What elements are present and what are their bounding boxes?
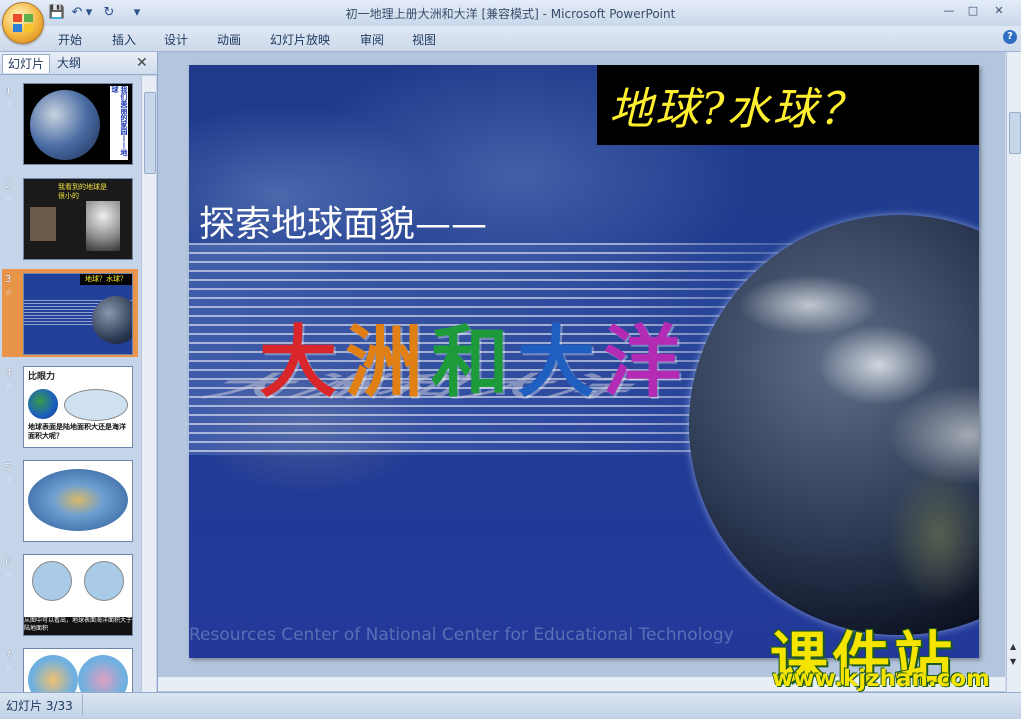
wordart-char: 大 [259, 317, 346, 408]
tab-slideshow[interactable]: 幻灯片放映 [270, 31, 330, 48]
tab-insert[interactable]: 插入 [112, 31, 136, 48]
tab-animations[interactable]: 动画 [217, 31, 241, 48]
slide-thumbnail-5[interactable] [23, 460, 133, 542]
panel-close-icon[interactable]: ✕ [136, 55, 148, 71]
thumbnail-caption: 地球？水球？ [80, 274, 132, 285]
slide-canvas[interactable]: 地球?水球？ 探索地球面貌—— 大洲和大洋 大洲和大洋 Resources Ce… [189, 65, 979, 658]
office-logo-icon [13, 14, 33, 32]
astronaut-image [86, 201, 120, 251]
wordart-char: 大 [517, 317, 604, 408]
help-icon[interactable]: ? [1003, 30, 1017, 44]
transition-star-icon: ☆ [5, 382, 13, 391]
thumbnail-caption: 地球表面是陆地面积大还是海洋面积大呢？ [28, 423, 126, 440]
transition-star-icon: ☆ [5, 476, 13, 485]
tab-slides[interactable]: 幻灯片 [2, 54, 51, 73]
wordart-char: 洲 [345, 317, 432, 408]
portrait-image [30, 207, 56, 241]
previous-slide-icon[interactable]: ▲ [1010, 642, 1016, 651]
slide-thumbnail-3[interactable]: 地球？水球？ [23, 273, 133, 355]
close-window-button[interactable]: ✕ [988, 3, 1010, 19]
thumbnail-number: 3 [5, 274, 12, 285]
tab-outline[interactable]: 大纲 [52, 54, 86, 72]
tab-design[interactable]: 设计 [164, 31, 188, 48]
slide-subtitle[interactable]: 探索地球面貌—— [199, 195, 487, 247]
thumbnail-number: 7 [5, 650, 12, 661]
slide-thumbnail-7[interactable] [23, 648, 133, 692]
wordart-title[interactable]: 大洲和大洋 [259, 300, 689, 412]
maximize-button[interactable]: □ [962, 3, 984, 19]
ribbon-tab-bar [0, 26, 1021, 52]
hemisphere-mini [32, 561, 72, 601]
site-url-watermark: www.kjzhan.com [772, 666, 990, 692]
thumbnail-list: 1 ☆ 我们美丽的家园——地球 2 ☆ 我看到的地球是很小的 3 ☆ 地球？水球… [0, 76, 140, 692]
transition-star-icon: ☆ [5, 570, 13, 579]
thumbnail-number: 5 [5, 462, 12, 473]
office-button[interactable] [2, 2, 44, 44]
thumbnail-caption: 从图中可以看出，地球表面海洋面积大于陆地面积 [24, 617, 132, 635]
globe-mini [92, 296, 132, 344]
scroll-thumb[interactable] [1009, 112, 1021, 154]
hemisphere-mini [84, 561, 124, 601]
thumbnail-caption: 我看到的地球是很小的 [58, 183, 107, 200]
tab-view[interactable]: 视图 [412, 31, 436, 48]
hemisphere-mini [78, 655, 128, 692]
window-title: 初一地理上册大洲和大洋 [兼容模式] - Microsoft PowerPoin… [345, 7, 676, 21]
globe-mini [28, 389, 58, 419]
slide-indicator: 幻灯片 3/33 [6, 699, 73, 713]
thumbnail-number: 2 [5, 180, 12, 191]
earth-image [30, 90, 100, 160]
transition-star-icon: ☆ [5, 664, 13, 673]
tab-review[interactable]: 审阅 [360, 31, 384, 48]
slide-thumbnail-1[interactable]: 我们美丽的家园——地球 [23, 83, 133, 165]
wordart-char: 洋 [603, 317, 690, 408]
thumbnail-caption: 我们美丽的家园——地球 [110, 86, 128, 160]
minimize-button[interactable]: — [938, 3, 960, 19]
scroll-thumb[interactable] [144, 92, 156, 174]
hemisphere-mini [28, 655, 78, 692]
thumbnail-number: 1 [5, 86, 12, 97]
world-map-mini [28, 469, 128, 531]
slide-thumbnail-2[interactable]: 我看到的地球是很小的 [23, 178, 133, 260]
vertical-scrollbar[interactable]: ▲ ▼ [1006, 52, 1021, 692]
thumbnail-number: 6 [5, 556, 12, 567]
next-slide-icon[interactable]: ▼ [1010, 657, 1016, 666]
world-map-mini [64, 389, 128, 421]
wordart-char: 和 [431, 317, 518, 408]
status-divider [82, 694, 83, 716]
transition-star-icon: ☆ [5, 194, 13, 203]
slide-thumbnail-4[interactable]: 比眼力 地球表面是陆地面积大还是海洋面积大呢？ [23, 366, 133, 448]
thumbnail-scrollbar[interactable] [141, 76, 156, 692]
transition-star-icon: ☆ [5, 288, 13, 297]
thumbnail-heading: 比眼力 [28, 372, 56, 382]
slide-thumbnail-6[interactable]: 从图中可以看出，地球表面海洋面积大于陆地面积 [23, 554, 133, 636]
tab-home[interactable]: 开始 [58, 31, 82, 48]
transition-star-icon: ☆ [5, 100, 13, 109]
thumbnail-number: 4 [5, 368, 12, 379]
slide-title[interactable]: 地球?水球？ [609, 73, 865, 137]
status-bar [0, 692, 1021, 719]
